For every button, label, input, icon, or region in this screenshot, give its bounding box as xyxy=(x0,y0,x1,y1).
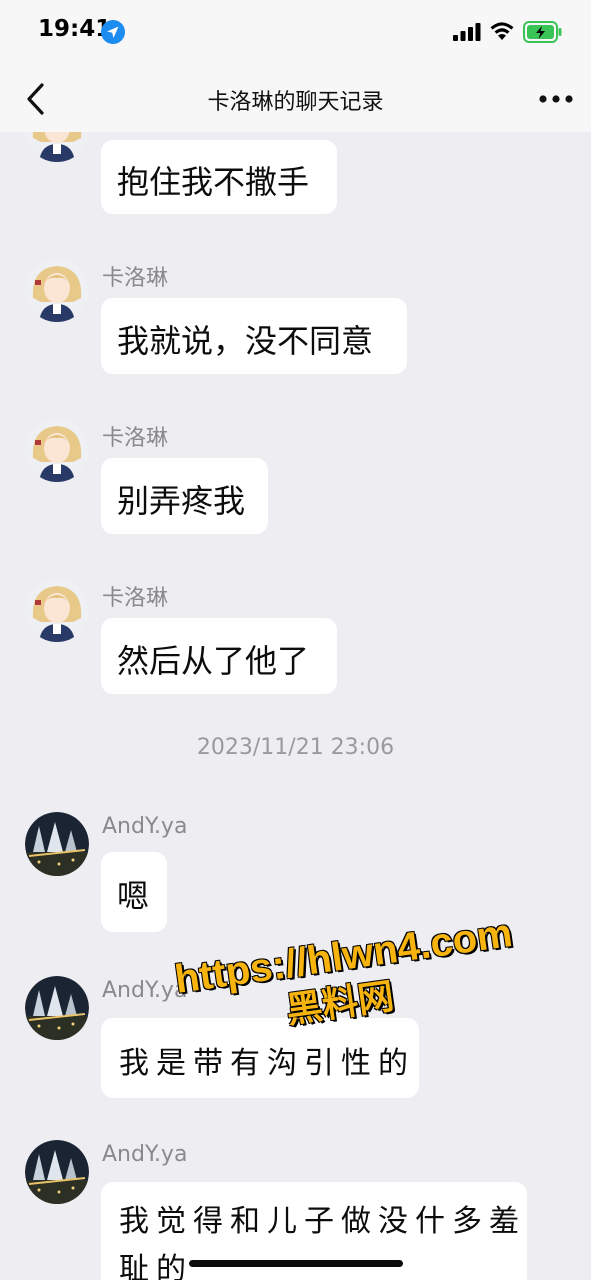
location-arrow-icon xyxy=(101,20,125,44)
watermark-url: https://hlwn4.com xyxy=(172,911,516,1002)
sender-name: AndY.ya xyxy=(102,978,188,1003)
avatar[interactable] xyxy=(25,812,89,876)
message-text-line-2: 耻的 xyxy=(119,1252,193,1280)
avatar-city-night-icon xyxy=(25,812,89,876)
avatar[interactable] xyxy=(25,132,89,162)
message-text: 我就说，没不同意 xyxy=(117,322,374,360)
avatar-anime-girl-icon xyxy=(25,132,89,162)
message-bubble[interactable]: 我就说，没不同意 xyxy=(101,298,407,374)
message-text: 抱住我不撒手 xyxy=(117,163,310,201)
page-title: 卡洛琳的聊天记录 xyxy=(207,90,384,115)
message-bubble[interactable]: 抱住我不撒手 xyxy=(101,140,337,214)
nav-bar: 卡洛琳的聊天记录 xyxy=(0,66,591,132)
sender-name: 卡洛琳 xyxy=(102,426,169,451)
sender-name: 卡洛琳 xyxy=(102,266,169,291)
message-text-line-1: 我觉得和儿子做没什多羞 xyxy=(119,1204,526,1239)
message-bubble[interactable]: 嗯 xyxy=(101,852,167,932)
sender-name: AndY.ya xyxy=(102,1142,188,1167)
chat-history[interactable]: 抱住我不撒手 卡洛琳 我就说，没不同意 卡洛琳 别弄疼我 卡洛琳 然后从了他了 … xyxy=(0,132,591,1280)
sender-name: 卡洛琳 xyxy=(102,586,169,611)
avatar-anime-girl-icon xyxy=(25,578,89,642)
message-bubble[interactable]: 别弄疼我 xyxy=(101,458,268,534)
avatar[interactable] xyxy=(25,418,89,482)
wifi-icon xyxy=(490,22,514,40)
redaction-bar xyxy=(189,1260,403,1267)
message-text: 别弄疼我 xyxy=(117,482,246,520)
avatar-city-night-icon xyxy=(25,1140,89,1204)
message-text: 嗯 xyxy=(117,877,150,915)
avatar[interactable] xyxy=(25,1140,89,1204)
avatar[interactable] xyxy=(25,258,89,322)
avatar[interactable] xyxy=(25,578,89,642)
cellular-signal-icon xyxy=(453,23,481,41)
status-bar: 19:41 xyxy=(0,0,591,66)
more-ellipsis-icon[interactable] xyxy=(536,86,576,112)
message-text: 然后从了他了 xyxy=(117,642,310,680)
avatar[interactable] xyxy=(25,976,89,1040)
avatar-anime-girl-icon xyxy=(25,258,89,322)
avatar-city-night-icon xyxy=(25,976,89,1040)
message-text: 我是带有沟引性的 xyxy=(119,1046,415,1081)
avatar-anime-girl-icon xyxy=(25,418,89,482)
battery-charging-icon xyxy=(523,21,562,43)
timestamp-divider: 2023/11/21 23:06 xyxy=(196,735,395,760)
message-bubble[interactable]: 我觉得和儿子做没什多羞 耻的 xyxy=(101,1182,527,1280)
sender-name: AndY.ya xyxy=(102,814,188,839)
message-bubble[interactable]: 然后从了他了 xyxy=(101,618,337,694)
message-bubble[interactable]: 我是带有沟引性的 xyxy=(101,1018,419,1098)
